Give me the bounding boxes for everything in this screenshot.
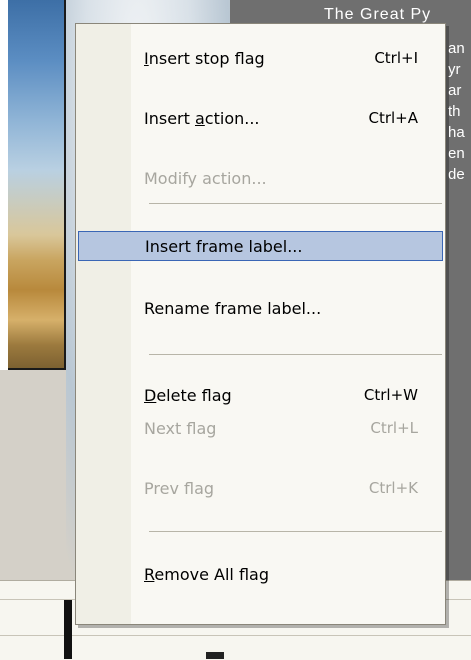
timeline-playhead[interactable] (64, 600, 72, 659)
menu-item-shortcut: Ctrl+K (368, 479, 418, 497)
menu-item-label: Insert action... (144, 109, 260, 128)
menu-item-label: Insert stop flag (144, 49, 265, 68)
menu-item-insert-action[interactable]: Insert action... Ctrl+A (78, 104, 443, 134)
menu-item-label: Prev flag (144, 479, 215, 498)
menu-item-shortcut: Ctrl+W (363, 386, 418, 404)
menu-item-label: Insert frame label... (145, 237, 303, 256)
canvas-edge (0, 0, 8, 370)
timeline-marker[interactable] (206, 652, 224, 659)
menu-separator (149, 354, 442, 355)
menu-separator (149, 203, 442, 204)
context-menu: Insert stop flag Ctrl+I Insert action... Ct… (75, 23, 446, 625)
menu-separator (149, 531, 442, 532)
menu-item-label: Modify action... (144, 169, 267, 188)
pyramid-photo (8, 0, 66, 370)
menu-item-shortcut: Ctrl+L (370, 419, 418, 437)
menu-item-insert-frame-label[interactable]: Insert frame label... (78, 231, 443, 261)
menu-item-label: Next flag (144, 419, 217, 438)
slide-body-text: an yr ar th ha en de (448, 40, 465, 183)
menu-item-label: Remove All flag (144, 565, 269, 584)
menu-item-rename-frame-label[interactable]: Rename frame label... (78, 294, 443, 324)
menu-item-modify-action: Modify action... (78, 164, 443, 194)
slide-title: The Great Py (324, 6, 432, 23)
menu-item-prev-flag: Prev flag Ctrl+K (78, 474, 443, 504)
menu-item-shortcut: Ctrl+I (374, 49, 418, 67)
menu-item-delete-flag[interactable]: Delete flag Ctrl+W (78, 381, 443, 411)
menu-item-shortcut: Ctrl+A (368, 109, 418, 127)
menu-item-remove-all-flag[interactable]: Remove All flag (78, 560, 443, 590)
menu-item-label: Rename frame label... (144, 299, 322, 318)
menu-item-label: Delete flag (144, 386, 232, 405)
menu-item-next-flag: Next flag Ctrl+L (78, 414, 443, 444)
menu-item-insert-stop-flag[interactable]: Insert stop flag Ctrl+I (78, 44, 443, 74)
